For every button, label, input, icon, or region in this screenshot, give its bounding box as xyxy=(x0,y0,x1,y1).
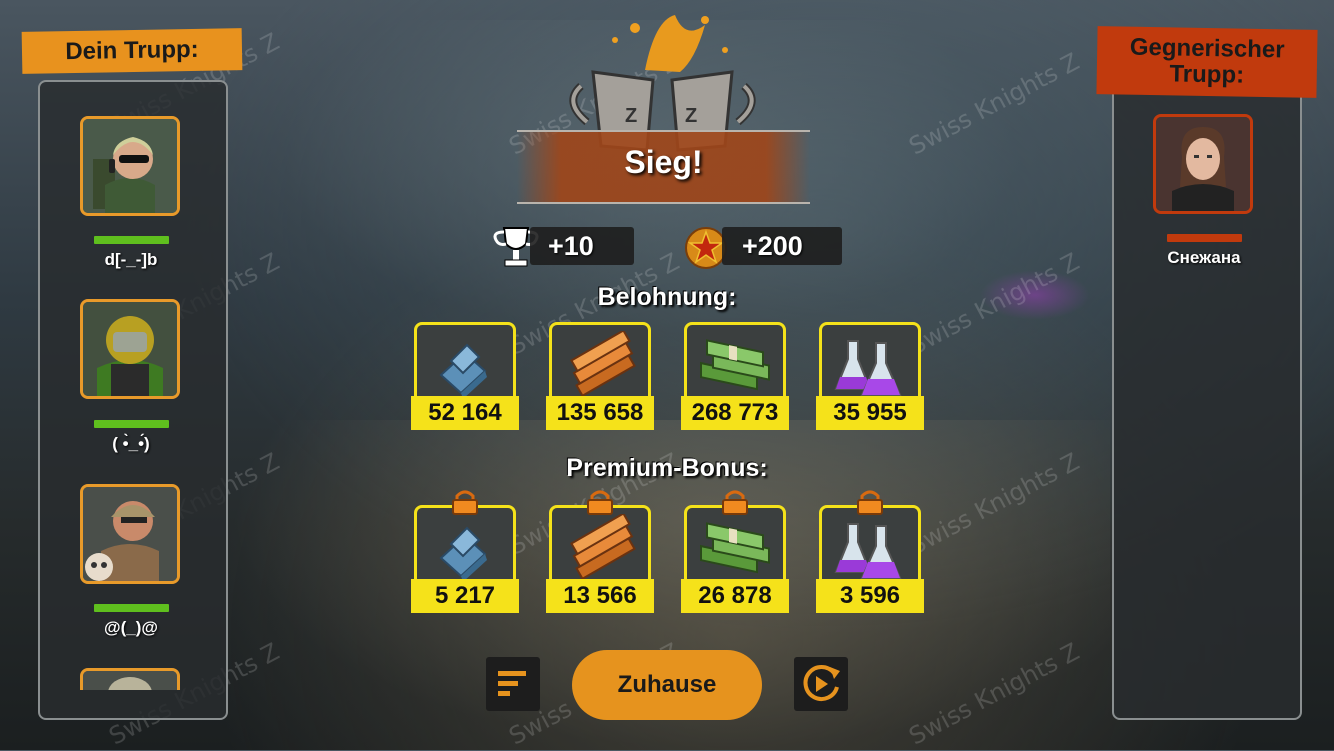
squad-member-avatar[interactable] xyxy=(80,116,180,216)
reward-value: 52 164 xyxy=(411,396,519,430)
cash-stack-icon xyxy=(700,522,770,574)
premium-value: 3 596 xyxy=(816,579,924,613)
enemy-member-health-bar xyxy=(1167,234,1242,242)
rewards-title: Belohnung: xyxy=(597,283,737,311)
background-purple-glow xyxy=(980,270,1090,320)
premium-wood[interactable]: 13 566 xyxy=(546,490,654,613)
squad-member-health-bar xyxy=(94,420,169,428)
home-button[interactable]: Zuhause xyxy=(572,650,762,720)
squad-member-name: ( •̀_•́) xyxy=(112,434,150,453)
premium-title: Premium-Bonus: xyxy=(566,454,768,482)
premium-value: 13 566 xyxy=(546,579,654,613)
wood-planks-icon xyxy=(570,514,636,581)
replay-button[interactable] xyxy=(794,657,848,711)
reward-cash[interactable]: 268 773 xyxy=(681,322,789,430)
squad-member-health-bar xyxy=(94,604,169,612)
potion-flasks-icon xyxy=(834,523,902,579)
svg-text:Z: Z xyxy=(685,105,697,127)
reward-potion[interactable]: 35 955 xyxy=(816,322,924,430)
cash-stack-icon xyxy=(700,339,770,391)
lock-icon xyxy=(587,490,613,515)
squad-member-name: d[-_-]b xyxy=(104,250,158,269)
watermark: Swiss Knights Z xyxy=(904,47,1084,161)
potion-flasks-icon xyxy=(834,340,902,396)
lock-icon xyxy=(722,490,748,515)
enemy-member-avatar[interactable] xyxy=(1153,114,1253,214)
reward-wood[interactable]: 135 658 xyxy=(546,322,654,430)
squad-member-name: @(_)@ xyxy=(104,618,158,637)
result-title: Sieg! xyxy=(624,144,703,180)
enemy-squad-title: Gegnerischer Trupp: xyxy=(1096,26,1318,98)
steel-ingot-icon xyxy=(439,343,487,399)
reward-value: 268 773 xyxy=(681,396,789,430)
steel-ingot-icon xyxy=(439,526,487,582)
your-squad-title: Dein Trupp: xyxy=(21,28,243,74)
svg-text:Z: Z xyxy=(625,105,637,127)
star-gain-value: +200 xyxy=(742,231,803,261)
squad-member-health-bar xyxy=(94,236,169,244)
wood-planks-icon xyxy=(570,331,636,398)
reward-value: 35 955 xyxy=(816,396,924,430)
premium-potion[interactable]: 3 596 xyxy=(816,490,924,613)
trophy-gain: +10 xyxy=(530,227,634,265)
replay-icon xyxy=(803,665,840,701)
enemy-member-name: Снежана xyxy=(1167,248,1241,267)
premium-cash[interactable]: 26 878 xyxy=(681,490,789,613)
lock-icon xyxy=(452,490,478,515)
lock-icon xyxy=(857,490,883,515)
watermark: Swiss Knights Z xyxy=(904,637,1084,751)
reward-value: 135 658 xyxy=(546,396,654,430)
watermark: Swiss Knights Z xyxy=(904,447,1084,561)
squad-member-avatar[interactable] xyxy=(80,484,180,584)
stats-button[interactable] xyxy=(486,657,540,711)
reward-steel[interactable]: 52 164 xyxy=(411,322,519,430)
squad-member-avatar[interactable] xyxy=(80,668,180,690)
premium-steel[interactable]: 5 217 xyxy=(411,490,519,613)
premium-value: 26 878 xyxy=(681,579,789,613)
star-gain: +200 xyxy=(722,227,842,265)
premium-value: 5 217 xyxy=(411,579,519,613)
trophy-gain-value: +10 xyxy=(548,231,594,261)
bars-icon xyxy=(498,671,526,696)
watermark: Swiss Knights Z xyxy=(904,247,1084,361)
squad-member-avatar[interactable] xyxy=(80,299,180,399)
